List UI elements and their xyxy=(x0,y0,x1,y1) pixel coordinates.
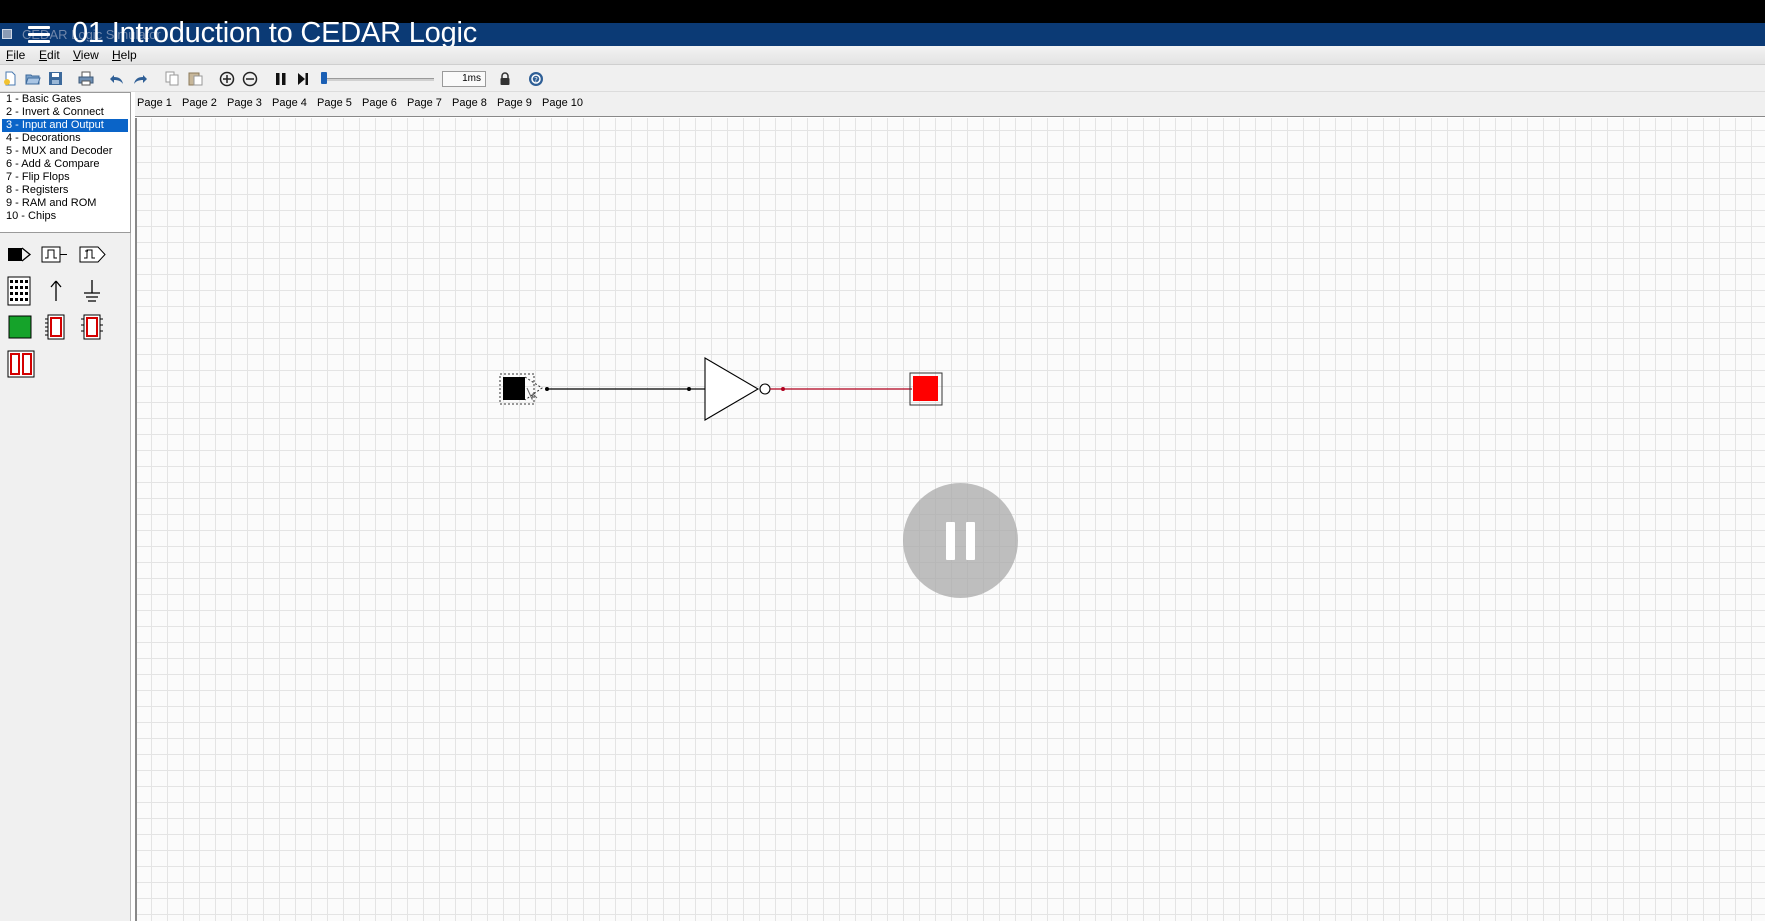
seven-seg-icon[interactable] xyxy=(42,313,70,341)
menu-help-rest: elp xyxy=(120,48,137,62)
library-list[interactable]: 1 - Basic Gates 2 - Invert & Connect 3 - I… xyxy=(0,92,131,233)
keypad-icon[interactable] xyxy=(6,275,34,306)
page-tabs: Page 1 Page 2 Page 3 Page 4 Page 5 Page … xyxy=(135,92,1765,117)
video-menu-icon[interactable] xyxy=(28,26,50,44)
screen: CEDAR Logic Simulator 01 Introduction to… xyxy=(0,0,1765,921)
library-item[interactable]: 1 - Basic Gates xyxy=(0,93,130,106)
save-icon[interactable] xyxy=(47,70,64,87)
tab-page-7[interactable]: Page 7 xyxy=(407,97,442,109)
menu-edit[interactable]: Edit xyxy=(39,48,60,62)
output-light[interactable] xyxy=(909,372,943,406)
vcc-icon[interactable] xyxy=(42,277,70,305)
speed-slider-thumb[interactable] xyxy=(321,72,327,84)
zoom-in-icon[interactable] xyxy=(218,70,235,87)
pause-bar-right xyxy=(966,521,975,560)
help-icon[interactable]: ? xyxy=(527,70,544,87)
clock-icon[interactable] xyxy=(40,241,68,269)
inverter-gate[interactable] xyxy=(689,357,771,421)
library-item[interactable]: 10 - Chips xyxy=(0,210,130,223)
menu-help-key: H xyxy=(112,48,121,62)
library-item[interactable]: 9 - RAM and ROM xyxy=(0,197,130,210)
tab-page-8[interactable]: Page 8 xyxy=(452,97,487,109)
menu-view-rest: iew xyxy=(80,48,99,62)
toolbar: 1ms ? xyxy=(0,65,1765,92)
tab-page-10[interactable]: Page 10 xyxy=(542,97,583,109)
pause-icon[interactable] xyxy=(272,70,289,87)
new-icon[interactable] xyxy=(2,70,19,87)
step-icon[interactable] xyxy=(294,70,311,87)
toggle-input[interactable] xyxy=(499,373,543,405)
open-icon[interactable] xyxy=(24,70,41,87)
step-time-field[interactable]: 1ms xyxy=(442,71,486,87)
speed-slider-track[interactable] xyxy=(322,78,434,81)
copy-icon[interactable] xyxy=(164,70,181,87)
tab-page-3[interactable]: Page 3 xyxy=(227,97,262,109)
paste-icon[interactable] xyxy=(187,70,204,87)
tab-page-2[interactable]: Page 2 xyxy=(182,97,217,109)
tab-page-1[interactable]: Page 1 xyxy=(137,97,172,109)
library-item[interactable]: 8 - Registers xyxy=(0,184,130,197)
menu-view[interactable]: View xyxy=(73,48,99,62)
menu-edit-rest: dit xyxy=(47,48,60,62)
menu-file-rest: ile xyxy=(13,48,26,62)
library-item[interactable]: 3 - Input and Output xyxy=(2,119,128,132)
tab-page-6[interactable]: Page 6 xyxy=(362,97,397,109)
library-item[interactable]: 2 - Invert & Connect xyxy=(0,106,130,119)
redo-icon[interactable] xyxy=(131,70,148,87)
print-icon[interactable] xyxy=(77,70,94,87)
tab-page-4[interactable]: Page 4 xyxy=(272,97,307,109)
zoom-out-icon[interactable] xyxy=(241,70,258,87)
wire-input-to-inverter[interactable] xyxy=(545,387,691,391)
menu-file[interactable]: File xyxy=(6,48,25,62)
ground-icon[interactable] xyxy=(78,277,106,305)
dual-display-icon[interactable] xyxy=(6,349,35,378)
tab-page-5[interactable]: Page 5 xyxy=(317,97,352,109)
library-item[interactable]: 6 - Add & Compare xyxy=(0,158,130,171)
tab-page-9[interactable]: Page 9 xyxy=(497,97,532,109)
menu-bar: File Edit View Help xyxy=(0,46,1765,65)
menu-view-key: V xyxy=(73,48,81,62)
component-palette xyxy=(0,233,131,921)
hex-display-icon[interactable] xyxy=(78,313,106,341)
toggle-input-icon[interactable] xyxy=(6,241,34,269)
library-item[interactable]: 4 - Decorations xyxy=(0,132,130,145)
menu-edit-key: E xyxy=(39,48,48,62)
menu-help[interactable]: Help xyxy=(112,48,137,62)
svg-text:?: ? xyxy=(534,76,538,84)
library-item[interactable]: 7 - Flip Flops xyxy=(0,171,130,184)
pause-bar-left xyxy=(946,521,955,560)
library-item[interactable]: 5 - MUX and Decoder xyxy=(0,145,130,158)
undo-icon[interactable] xyxy=(108,70,125,87)
video-pause-overlay[interactable] xyxy=(903,483,1018,598)
lock-icon[interactable] xyxy=(496,70,513,87)
pulse-icon[interactable] xyxy=(78,241,106,269)
app-icon xyxy=(2,29,12,39)
library-items: 1 - Basic Gates 2 - Invert & Connect 3 - I… xyxy=(0,93,130,223)
led-icon[interactable] xyxy=(6,313,34,341)
wire-inverter-to-output[interactable] xyxy=(770,387,912,391)
